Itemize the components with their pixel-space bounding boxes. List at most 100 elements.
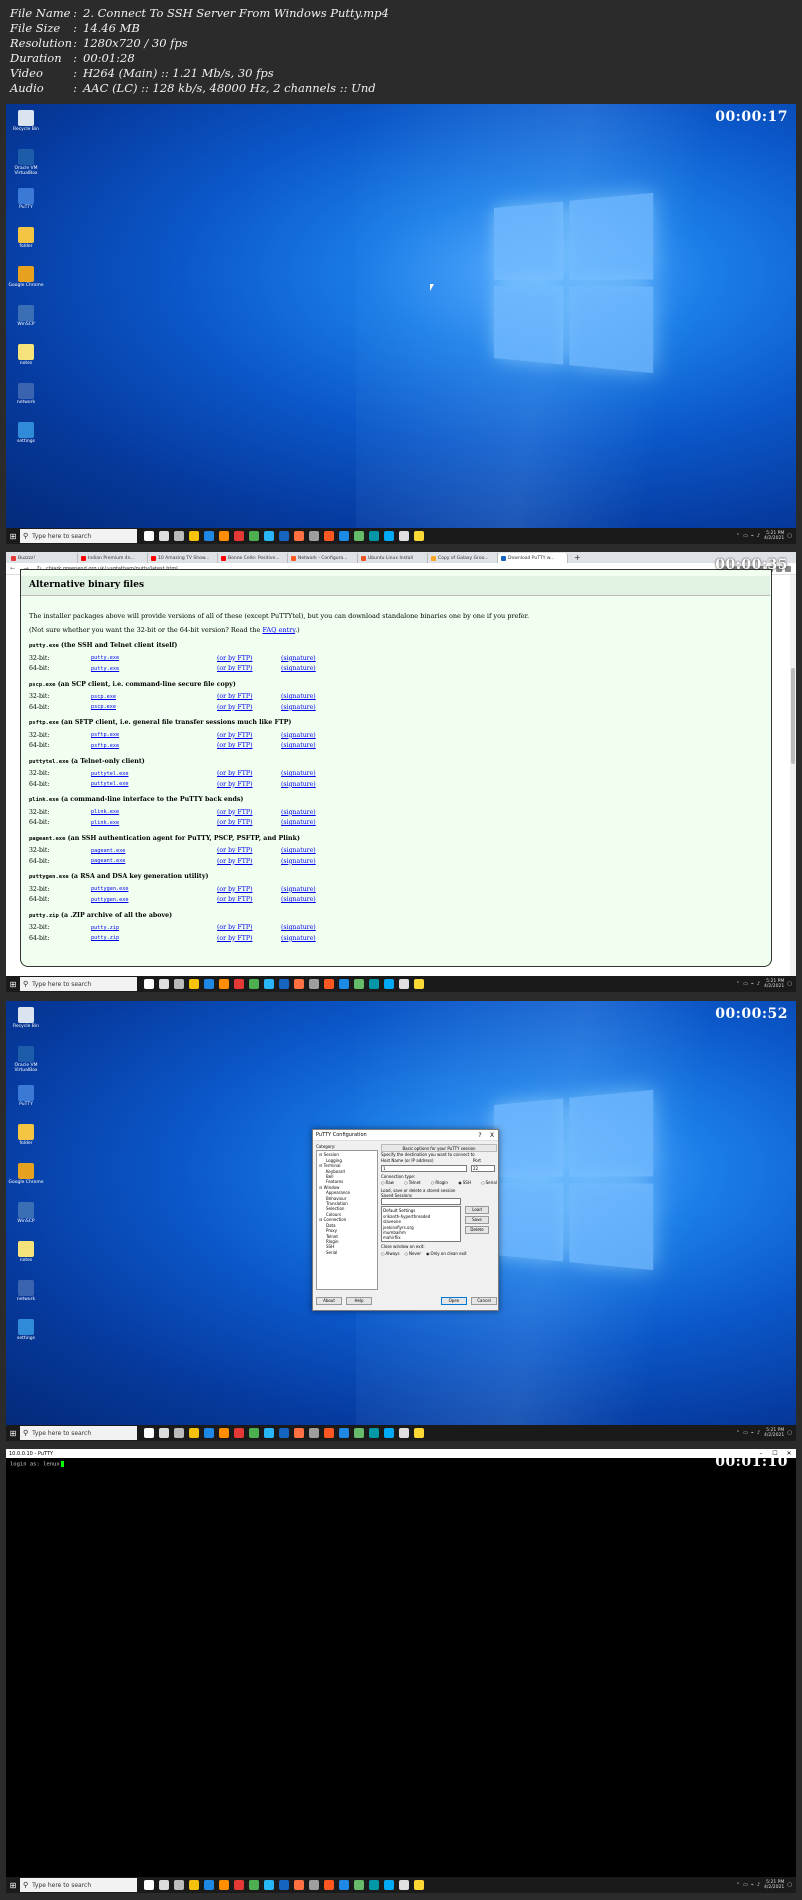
taskbar-app-icon[interactable]: [368, 1428, 379, 1438]
help-button[interactable]: Help: [346, 1297, 372, 1305]
desktop-icon[interactable]: Oracle VM VirtualBox: [8, 149, 44, 183]
conn-type-radio[interactable]: Rlogin: [431, 1180, 448, 1185]
taskbar-app-icon[interactable]: [278, 531, 289, 541]
host-input[interactable]: 1: [381, 1164, 467, 1172]
taskbar-app-icon[interactable]: [188, 1880, 199, 1890]
notification-icon[interactable]: ▢: [787, 533, 792, 539]
download-link[interactable]: putty.zip: [91, 935, 217, 941]
taskbar-app-icon[interactable]: [263, 531, 274, 541]
category-item[interactable]: Serial: [319, 1250, 375, 1255]
browser-tab[interactable]: Ubuntu Linux Install: [358, 553, 428, 563]
conn-type-radio[interactable]: Raw: [381, 1180, 394, 1185]
taskbar-app-icon[interactable]: [413, 979, 424, 989]
tray-icon[interactable]: ⌃: [736, 533, 740, 539]
category-tree[interactable]: ⊟ Session Logging ⊟ Terminal Keyboard Bell Fe…: [316, 1150, 378, 1291]
connection-type-radios[interactable]: Raw Telnet Rlogin SSH Serial: [381, 1180, 497, 1185]
taskbar-app-icon[interactable]: [188, 979, 199, 989]
taskbar-app-icon[interactable]: [398, 979, 409, 989]
taskbar-app-icon[interactable]: [383, 1880, 394, 1890]
taskbar-app-icon[interactable]: [263, 1880, 274, 1890]
conn-type-radio[interactable]: Serial: [481, 1180, 497, 1185]
cancel-button[interactable]: Cancel: [471, 1297, 497, 1305]
taskbar-app-icon[interactable]: [308, 1880, 319, 1890]
taskbar-app-icon[interactable]: [278, 979, 289, 989]
taskbar-app-icon[interactable]: [338, 1880, 349, 1890]
desktop-icon[interactable]: notes: [8, 344, 44, 378]
download-link[interactable]: plink.exe: [91, 809, 217, 815]
taskbar-app-icon[interactable]: [398, 531, 409, 541]
ftp-link[interactable]: (or by FTP): [217, 665, 281, 672]
clock[interactable]: 5:21 PM 4/2/2021: [764, 1880, 784, 1890]
windows-start-icon[interactable]: ⊞: [6, 1877, 20, 1893]
tray-icon[interactable]: ⌁: [751, 1882, 754, 1888]
save-button[interactable]: Save: [465, 1216, 489, 1225]
taskbar-app-icon[interactable]: [188, 1428, 199, 1438]
port-input[interactable]: 22: [471, 1164, 495, 1172]
faq-link[interactable]: FAQ entry: [262, 626, 295, 634]
tray-icon[interactable]: ▭: [743, 1430, 748, 1436]
signature-link[interactable]: (signature): [281, 809, 316, 816]
signature-link[interactable]: (signature): [281, 665, 316, 672]
signature-link[interactable]: (signature): [281, 896, 316, 903]
taskbar-app-icon[interactable]: [218, 979, 229, 989]
taskbar-app-icon[interactable]: [203, 531, 214, 541]
load-button[interactable]: Load: [465, 1206, 489, 1215]
desktop-icon[interactable]: Google Chrome: [8, 266, 44, 300]
browser-tab[interactable]: Buzzzz!: [8, 553, 78, 563]
download-link[interactable]: plink.exe: [91, 820, 217, 826]
download-link[interactable]: putty.exe: [91, 666, 217, 672]
download-link[interactable]: puttygen.exe: [91, 886, 217, 892]
browser-tab[interactable]: Download PuTTY w...: [498, 553, 568, 563]
signature-link[interactable]: (signature): [281, 847, 316, 854]
ftp-link[interactable]: (or by FTP): [217, 924, 281, 931]
taskbar-app-icon[interactable]: [248, 979, 259, 989]
taskbar-app-icon[interactable]: [173, 1880, 184, 1890]
taskbar-app-icon[interactable]: [293, 979, 304, 989]
signature-link[interactable]: (signature): [281, 781, 316, 788]
clock[interactable]: 5:21 PM 4/2/2021: [764, 531, 784, 541]
download-link[interactable]: putty.zip: [91, 925, 217, 931]
close-icon[interactable]: X: [486, 1132, 498, 1139]
download-link[interactable]: pscp.exe: [91, 694, 217, 700]
clock[interactable]: 5:21 PM 4/2/2021: [764, 979, 784, 989]
tray-icon[interactable]: ⌁: [751, 533, 754, 539]
ftp-link[interactable]: (or by FTP): [217, 770, 281, 777]
signature-link[interactable]: (signature): [281, 924, 316, 931]
tray-icon[interactable]: ⌁: [751, 981, 754, 987]
desktop-icon[interactable]: WinSCP: [8, 1202, 44, 1236]
taskbar-app-icon[interactable]: [203, 1880, 214, 1890]
taskbar-app-icon[interactable]: [248, 1880, 259, 1890]
windows-start-icon[interactable]: ⊞: [6, 976, 20, 992]
windows-start-icon[interactable]: ⊞: [6, 528, 20, 544]
taskbar-search[interactable]: ⚲ Type here to search: [20, 977, 137, 991]
taskbar-app-icon[interactable]: [323, 979, 334, 989]
tray-icon[interactable]: ♪: [757, 1430, 760, 1436]
taskbar-app-icon[interactable]: [188, 531, 199, 541]
signature-link[interactable]: (signature): [281, 770, 316, 777]
download-link[interactable]: pageant.exe: [91, 848, 217, 854]
notification-icon[interactable]: ▢: [787, 1430, 792, 1436]
taskbar-app-icon[interactable]: [353, 979, 364, 989]
desktop-icon[interactable]: Recycle Bin: [8, 1007, 44, 1041]
exit-option-radio[interactable]: Always: [381, 1251, 400, 1256]
signature-link[interactable]: (signature): [281, 935, 316, 942]
desktop-icon[interactable]: PuTTY: [8, 1085, 44, 1119]
desktop-icon[interactable]: notes: [8, 1241, 44, 1275]
ftp-link[interactable]: (or by FTP): [217, 655, 281, 662]
taskbar-app-icon[interactable]: [308, 1428, 319, 1438]
signature-link[interactable]: (signature): [281, 704, 316, 711]
tray-icon[interactable]: ⌃: [736, 981, 740, 987]
saved-session-input[interactable]: [381, 1198, 461, 1206]
open-button[interactable]: Open: [441, 1297, 467, 1305]
download-link[interactable]: psftp.exe: [91, 743, 217, 749]
taskbar-search[interactable]: ⚲ Type here to search: [20, 1878, 137, 1892]
tray-icon[interactable]: ♪: [757, 981, 760, 987]
taskbar-app-icon[interactable]: [278, 1880, 289, 1890]
conn-type-radio[interactable]: SSH: [458, 1180, 471, 1185]
ftp-link[interactable]: (or by FTP): [217, 742, 281, 749]
ftp-link[interactable]: (or by FTP): [217, 704, 281, 711]
taskbar-app-icon[interactable]: [143, 1880, 154, 1890]
ftp-link[interactable]: (or by FTP): [217, 847, 281, 854]
download-link[interactable]: pscp.exe: [91, 704, 217, 710]
browser-tab[interactable]: Indian Premium 4n...: [78, 553, 148, 563]
